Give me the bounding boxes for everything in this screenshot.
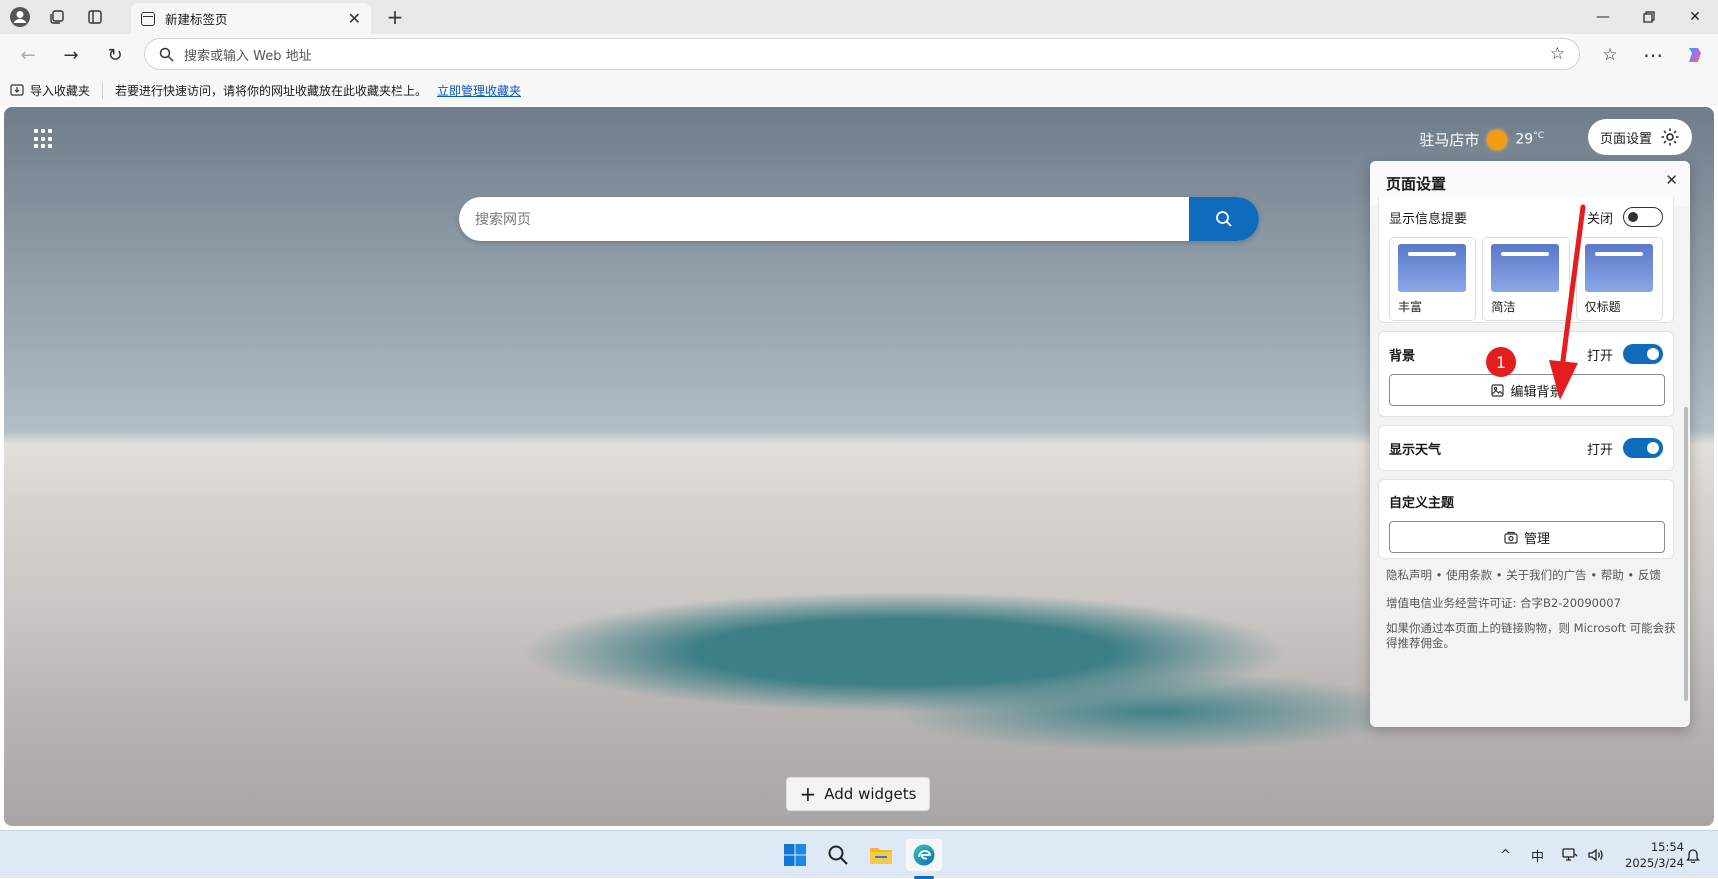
refresh-button[interactable]: ↻: [100, 40, 130, 70]
tab-new-tab[interactable]: 新建标签页 ✕: [131, 3, 371, 34]
custom-theme-card: 自定义主题 管理: [1378, 479, 1674, 559]
workspaces-icon[interactable]: [43, 3, 71, 31]
input-method-indicator[interactable]: 中: [1531, 831, 1544, 879]
image-icon: [1491, 383, 1505, 397]
background-state: 打开: [1586, 348, 1613, 364]
address-placeholder: 搜索或输入 Web 地址: [184, 48, 312, 64]
footer-links[interactable]: 隐私声明 • 使用条款 • 关于我们的广告 • 帮助 • 反馈: [1386, 565, 1676, 585]
network-icon[interactable]: [1562, 831, 1578, 879]
theme-icon: [1504, 531, 1518, 544]
annotation-badge: 1: [1486, 347, 1516, 377]
import-favorites-button[interactable]: 导入收藏夹: [10, 81, 104, 99]
show-hidden-icons[interactable]: ^: [1500, 831, 1511, 879]
close-window-button[interactable]: ✕: [1672, 0, 1718, 34]
weather-city: 驻马店市: [1419, 131, 1480, 149]
favorites-bar: 导入收藏夹 若要进行快速访问，请将你的网址收藏放在此收藏夹栏上。 立即管理收藏夹: [0, 74, 1718, 106]
start-icon[interactable]: [777, 839, 813, 871]
layout-option-rich[interactable]: 丰富: [1389, 237, 1477, 321]
page-settings-panel: 页面设置 ✕ 显示信息提要 关闭 丰富 简洁 仅标题 背景 打开 编辑背景 显示…: [1370, 161, 1690, 727]
weather-widget[interactable]: 驻马店市 29°C: [1419, 129, 1544, 150]
forward-button[interactable]: →: [56, 40, 86, 70]
disclaimer-text: 如果你通过本页面上的链接购物，则 Microsoft 可能会获得推荐佣金。: [1386, 621, 1676, 650]
close-tab-icon[interactable]: ✕: [348, 9, 361, 28]
manage-theme-button[interactable]: 管理: [1389, 521, 1665, 553]
layout-label: 仅标题: [1584, 300, 1621, 314]
close-panel-icon[interactable]: ✕: [1665, 171, 1678, 189]
taskbar: ^ 中 15:54 2025/3/24: [0, 830, 1718, 879]
layout-options: 丰富 简洁 仅标题: [1389, 237, 1663, 321]
copilot-icon[interactable]: [1680, 40, 1710, 70]
weather-unit: °C: [1533, 131, 1544, 142]
clock-date: 2025/3/24: [1625, 856, 1684, 870]
show-info-label: 显示信息提要: [1389, 211, 1468, 227]
restore-button[interactable]: [1626, 0, 1672, 34]
edit-background-button[interactable]: 编辑背景: [1389, 374, 1665, 406]
profile-icon[interactable]: [6, 3, 34, 31]
vertical-tabs-icon[interactable]: [81, 3, 109, 31]
background-toggle[interactable]: [1623, 344, 1663, 364]
edit-background-label: 编辑背景: [1510, 384, 1563, 400]
layout-label: 丰富: [1398, 300, 1423, 314]
edge-taskbar-icon[interactable]: [906, 839, 942, 871]
web-search-box[interactable]: 搜索网页: [459, 197, 1259, 241]
volume-icon[interactable]: [1588, 831, 1604, 879]
manage-favorites-link[interactable]: 立即管理收藏夹: [437, 82, 521, 99]
more-menu-icon[interactable]: ⋯: [1638, 40, 1668, 70]
plus-icon: +: [799, 782, 817, 806]
clock-time: 15:54: [1650, 840, 1684, 854]
weather-card: 显示天气 打开: [1378, 425, 1674, 471]
panel-scrollbar[interactable]: [1684, 407, 1688, 701]
weather-toggle[interactable]: [1623, 438, 1663, 458]
browser-toolbar: ← → ↻ 搜索或输入 Web 地址 ☆ ☆ ⋯: [0, 34, 1718, 74]
import-favorites-label: 导入收藏夹: [30, 83, 91, 98]
add-favorite-icon[interactable]: ☆: [1550, 44, 1565, 64]
minimize-button[interactable]: —: [1580, 0, 1626, 34]
address-bar[interactable]: 搜索或输入 Web 地址 ☆: [144, 38, 1580, 70]
layout-thumbnail: [1491, 244, 1560, 292]
show-info-state: 关闭: [1586, 211, 1613, 227]
taskbar-search-icon[interactable]: [820, 839, 856, 871]
file-explorer-icon[interactable]: [863, 839, 899, 871]
search-button[interactable]: [1189, 197, 1259, 241]
show-info-toggle[interactable]: [1623, 207, 1663, 227]
notification-bell-icon[interactable]: [1686, 831, 1700, 879]
layout-option-simple[interactable]: 简洁: [1482, 237, 1570, 321]
layout-label: 简洁: [1491, 300, 1516, 314]
panel-footer: 隐私声明 • 使用条款 • 关于我们的广告 • 帮助 • 反馈 增值电信业务经营…: [1386, 565, 1676, 659]
layout-option-headings[interactable]: 仅标题: [1575, 237, 1663, 321]
show-weather-label: 显示天气: [1389, 442, 1442, 458]
feed-settings-card: 显示信息提要 关闭 丰富 简洁 仅标题: [1378, 197, 1674, 323]
new-tab-page-icon: [141, 11, 155, 26]
background-card: 背景 打开 编辑背景: [1378, 331, 1674, 417]
panel-title: 页面设置: [1386, 175, 1447, 193]
tab-strip: 新建标签页 ✕ + — ✕: [0, 0, 1718, 34]
page-settings-button[interactable]: 页面设置: [1587, 119, 1692, 155]
tab-title: 新建标签页: [165, 12, 228, 27]
search-placeholder: 搜索网页: [475, 212, 531, 228]
import-icon: [10, 84, 24, 96]
manage-label: 管理: [1523, 531, 1550, 547]
weather-state: 打开: [1586, 442, 1613, 458]
add-widgets-label: Add widgets: [824, 785, 917, 803]
new-tab-button[interactable]: +: [381, 3, 409, 31]
license-text: 增值电信业务经营许可证: 合字B2-20090007: [1386, 596, 1621, 610]
weather-temperature: 29: [1515, 131, 1534, 148]
search-icon: [159, 47, 174, 62]
page-settings-label: 页面设置: [1599, 131, 1652, 147]
favorites-bar-message: 若要进行快速访问，请将你的网址收藏放在此收藏夹栏上。: [115, 83, 428, 98]
gear-icon: [1661, 128, 1679, 146]
add-widgets-button[interactable]: + Add widgets: [786, 777, 930, 811]
app-launcher-icon[interactable]: [34, 129, 54, 149]
background-label: 背景: [1389, 348, 1416, 364]
layout-thumbnail: [1584, 244, 1653, 292]
favorites-icon[interactable]: ☆: [1595, 40, 1625, 70]
back-button[interactable]: ←: [13, 40, 43, 70]
system-clock[interactable]: 15:54 2025/3/24: [1625, 839, 1684, 871]
layout-thumbnail: [1398, 244, 1466, 292]
search-icon: [1216, 211, 1232, 227]
sunny-icon: [1487, 129, 1508, 150]
custom-theme-label: 自定义主题: [1389, 496, 1455, 511]
